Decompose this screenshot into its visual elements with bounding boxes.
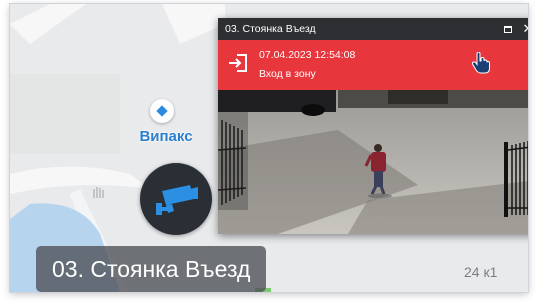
map-view[interactable]: Випакс 24 к1 03. Стоянка Въезд 03. Стоян…: [10, 4, 528, 292]
alert-event: Вход в зону: [259, 68, 316, 80]
maximize-button[interactable]: [498, 18, 518, 40]
popup-title: 03. Стоянка Въезд: [225, 23, 316, 35]
maximize-icon: [504, 25, 512, 33]
close-icon: ✕: [523, 21, 528, 37]
camera-label[interactable]: 03. Стоянка Въезд: [36, 246, 267, 292]
location-diamond-icon[interactable]: [150, 99, 174, 123]
sign-in-icon: [229, 54, 247, 72]
alert-timestamp: 07.04.2023 12:54:08: [259, 49, 356, 61]
camera-marker[interactable]: [140, 163, 212, 235]
video-feed[interactable]: [218, 90, 528, 234]
popup-titlebar[interactable]: 03. Стоянка Въезд ✕: [218, 18, 528, 40]
hand-pointer-icon: [472, 52, 490, 74]
poi-label[interactable]: Випакс: [126, 128, 206, 145]
camera-popup[interactable]: 03. Стоянка Въезд ✕ 07.04.2023 12:54:08 …: [218, 18, 528, 234]
close-button[interactable]: ✕: [518, 18, 528, 40]
security-camera-icon: [156, 185, 198, 215]
house-number: 24 к1: [464, 264, 498, 280]
